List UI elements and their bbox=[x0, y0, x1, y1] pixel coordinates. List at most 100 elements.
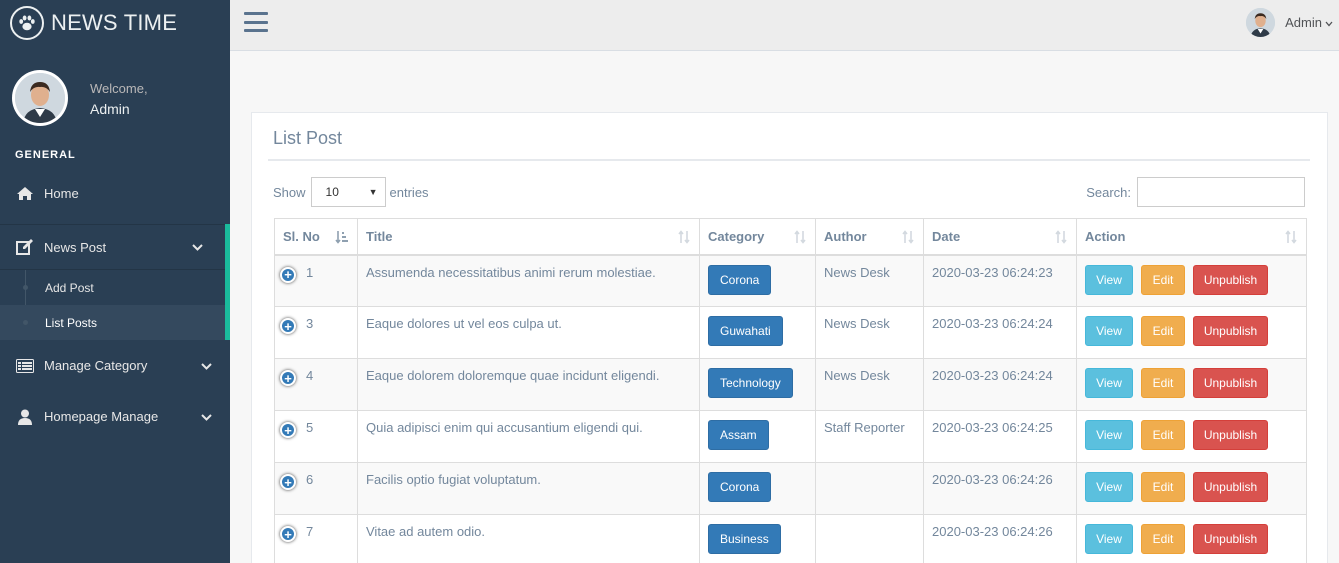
category-cell: Corona bbox=[699, 462, 816, 515]
column-header-title[interactable]: Title bbox=[357, 218, 700, 256]
news-post-submenu: Add Post List Posts bbox=[0, 270, 230, 340]
title-cell: Eaque dolores ut vel eos culpa ut. bbox=[357, 306, 700, 359]
unpublish-button[interactable]: Unpublish bbox=[1193, 472, 1268, 502]
page-length-select[interactable]: 10 ▼ bbox=[310, 177, 386, 207]
view-button[interactable]: View bbox=[1085, 420, 1133, 450]
divider bbox=[268, 159, 1310, 161]
sidebar-item-label: Homepage Manage bbox=[44, 409, 159, 424]
sidebar-subitem-list-posts[interactable]: List Posts bbox=[0, 305, 225, 340]
category-badge[interactable]: Business bbox=[708, 524, 781, 554]
profile-name: Admin bbox=[90, 101, 130, 117]
sl-value: 6 bbox=[306, 472, 314, 487]
search-input[interactable] bbox=[1137, 177, 1305, 207]
expand-row-icon[interactable]: + bbox=[280, 318, 296, 334]
title-cell: Eaque dolorem doloremque quae incidunt e… bbox=[357, 358, 700, 411]
expand-row-icon[interactable]: + bbox=[280, 526, 296, 542]
edit-icon bbox=[15, 239, 35, 255]
sidebar-item-home[interactable]: Home bbox=[0, 168, 230, 219]
entries-label: entries bbox=[389, 184, 429, 200]
unpublish-button[interactable]: Unpublish bbox=[1193, 316, 1268, 346]
sidebar-item-news-post[interactable]: News Post bbox=[0, 224, 230, 270]
action-cell: View Edit Unpublish bbox=[1076, 306, 1307, 359]
expand-row-icon[interactable]: + bbox=[280, 422, 296, 438]
author-cell: News Desk bbox=[815, 358, 924, 411]
unpublish-button[interactable]: Unpublish bbox=[1193, 524, 1268, 554]
column-header-label: Sl. No bbox=[283, 228, 320, 244]
user-icon bbox=[15, 409, 35, 425]
sort-icon bbox=[677, 230, 691, 247]
unpublish-button[interactable]: Unpublish bbox=[1193, 264, 1268, 295]
column-header-author[interactable]: Author bbox=[815, 218, 924, 256]
edit-button[interactable]: Edit bbox=[1141, 316, 1185, 346]
view-button[interactable]: View bbox=[1085, 368, 1133, 398]
date-cell: 2020-03-23 06:24:23 bbox=[923, 254, 1077, 307]
chevron-down-icon bbox=[1325, 15, 1333, 30]
sidebar-subitem-label: List Posts bbox=[45, 315, 98, 330]
sidebar-item-label: Manage Category bbox=[44, 358, 148, 373]
date-cell: 2020-03-23 06:24:26 bbox=[923, 514, 1077, 563]
side-menu: Home News Post Add Post List Posts Manag… bbox=[0, 168, 230, 442]
welcome-text: Welcome, bbox=[90, 81, 148, 96]
title-cell: Vitae ad autem odio. bbox=[357, 514, 700, 563]
category-badge[interactable]: Guwahati bbox=[708, 316, 783, 346]
page-length-control: Show 10 ▼ entries bbox=[273, 177, 429, 207]
edit-button[interactable]: Edit bbox=[1141, 472, 1185, 502]
unpublish-button[interactable]: Unpublish bbox=[1193, 420, 1268, 450]
page-title: List Post bbox=[273, 128, 343, 148]
table-row: +3 Eaque dolores ut vel eos culpa ut. Gu… bbox=[274, 306, 1307, 359]
profile: Welcome, Admin bbox=[12, 70, 148, 126]
column-header-label: Action bbox=[1085, 228, 1126, 244]
edit-button[interactable]: Edit bbox=[1141, 264, 1185, 295]
edit-button[interactable]: Edit bbox=[1141, 368, 1185, 398]
menu-toggle-icon[interactable] bbox=[244, 11, 268, 33]
category-badge[interactable]: Assam bbox=[708, 420, 769, 450]
author-cell: Staff Reporter bbox=[815, 410, 924, 463]
avatar bbox=[12, 70, 68, 126]
sl-cell: +1 bbox=[274, 254, 358, 307]
search-label: Search: bbox=[1086, 184, 1131, 200]
edit-button[interactable]: Edit bbox=[1141, 420, 1185, 450]
sidebar-item-label: News Post bbox=[44, 239, 107, 255]
sidebar-item-manage-category[interactable]: Manage Category bbox=[0, 340, 230, 391]
sidebar: NEWS TIME Welcome, Admin GENERAL Home Ne… bbox=[0, 0, 230, 563]
sort-asc-icon bbox=[335, 230, 349, 247]
column-header-label: Category bbox=[708, 228, 765, 244]
date-cell: 2020-03-23 06:24:24 bbox=[923, 306, 1077, 359]
column-header-date[interactable]: Date bbox=[923, 218, 1077, 256]
title-cell: Facilis optio fugiat voluptatum. bbox=[357, 462, 700, 515]
paw-icon bbox=[10, 6, 44, 40]
view-button[interactable]: View bbox=[1085, 524, 1133, 554]
edit-button[interactable]: Edit bbox=[1141, 524, 1185, 554]
sort-icon bbox=[1284, 230, 1298, 247]
category-badge[interactable]: Corona bbox=[708, 472, 772, 502]
view-button[interactable]: View bbox=[1085, 264, 1133, 295]
action-cell: View Edit Unpublish bbox=[1076, 462, 1307, 515]
view-button[interactable]: View bbox=[1085, 316, 1133, 346]
avatar bbox=[1246, 8, 1276, 37]
view-button[interactable]: View bbox=[1085, 472, 1133, 502]
list-post-panel: List Post Show 10 ▼ entries Search: Sl. … bbox=[251, 112, 1328, 563]
table-row: +5 Quia adipisci enim qui accusantium el… bbox=[274, 410, 1307, 463]
column-header-action[interactable]: Action bbox=[1076, 218, 1307, 256]
expand-row-icon[interactable]: + bbox=[280, 370, 296, 386]
date-cell: 2020-03-23 06:24:24 bbox=[923, 358, 1077, 411]
category-badge[interactable]: Technology bbox=[708, 368, 793, 398]
category-badge[interactable]: Corona bbox=[708, 264, 772, 295]
column-header-label: Date bbox=[932, 228, 961, 244]
column-header-sl-no[interactable]: Sl. No bbox=[274, 218, 358, 256]
sidebar-item-homepage-manage[interactable]: Homepage Manage bbox=[0, 391, 230, 442]
column-header-category[interactable]: Category bbox=[699, 218, 816, 256]
column-header-label: Title bbox=[366, 228, 393, 244]
table-row: +1 Assumenda necessitatibus animi rerum … bbox=[274, 254, 1307, 307]
show-label: Show bbox=[273, 184, 306, 200]
table-row: +4 Eaque dolorem doloremque quae incidun… bbox=[274, 358, 1307, 411]
sl-value: 7 bbox=[306, 524, 314, 539]
expand-row-icon[interactable]: + bbox=[280, 266, 296, 283]
chevron-down-icon bbox=[201, 358, 212, 373]
table-row: +7 Vitae ad autem odio. Business 2020-03… bbox=[274, 514, 1307, 563]
brand[interactable]: NEWS TIME bbox=[0, 0, 230, 46]
expand-row-icon[interactable]: + bbox=[280, 474, 296, 490]
user-menu[interactable]: Admin bbox=[1246, 8, 1333, 37]
unpublish-button[interactable]: Unpublish bbox=[1193, 368, 1268, 398]
sidebar-subitem-add-post[interactable]: Add Post bbox=[0, 270, 225, 305]
